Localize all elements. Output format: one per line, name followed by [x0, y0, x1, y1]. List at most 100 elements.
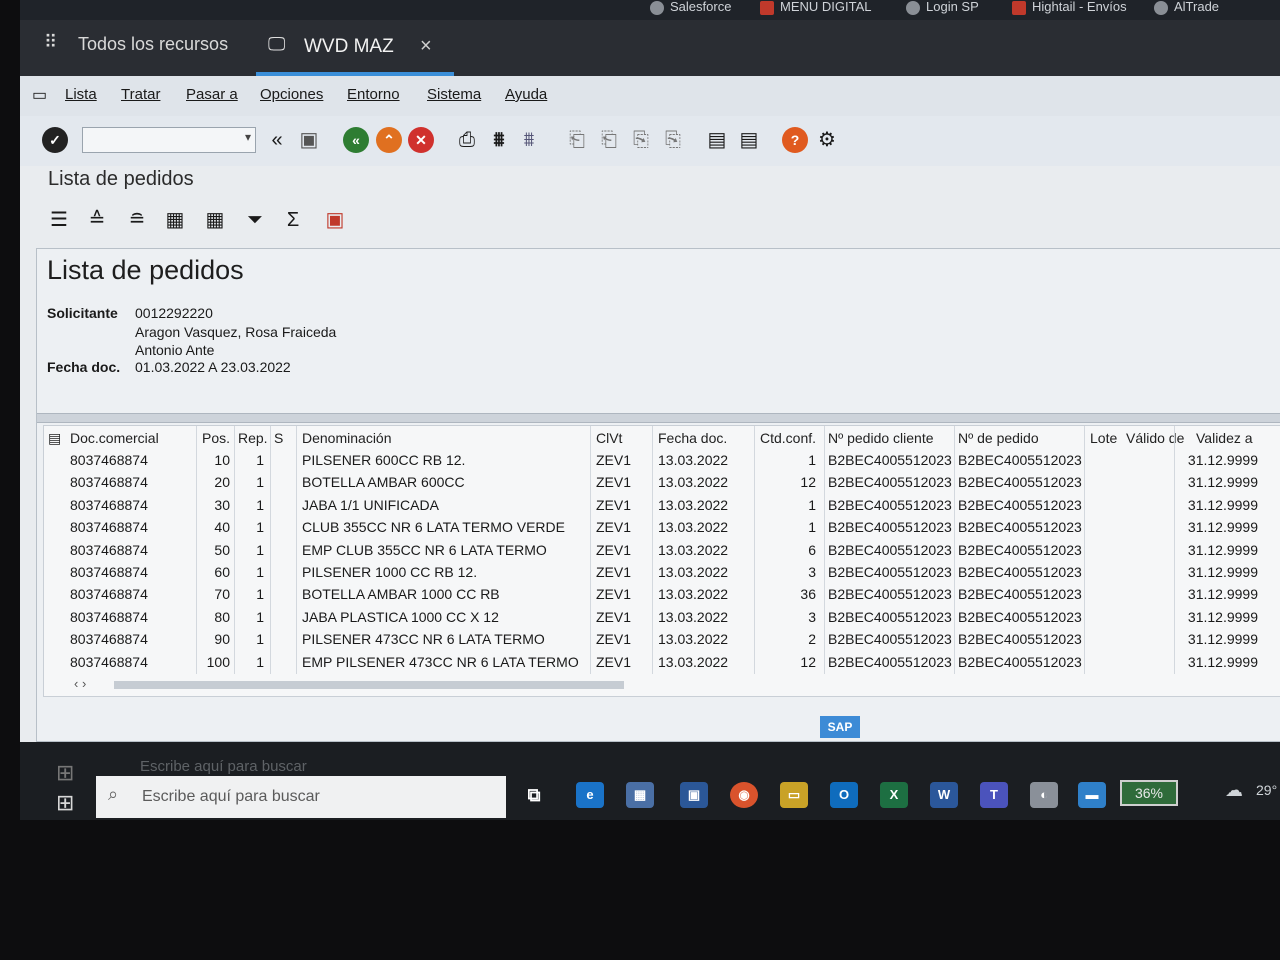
help-icon[interactable]: ? — [782, 127, 808, 153]
next-page-icon[interactable]: ⎘ — [628, 127, 654, 153]
menu-pasar-a[interactable]: Pasar a — [186, 86, 238, 103]
windows-start-icon[interactable]: ⊞ — [56, 790, 74, 816]
col-header-clvt[interactable]: ClVt — [596, 430, 622, 446]
cell-no-pedido: B2BEC4005512023 — [958, 541, 1082, 558]
cell-ctd-conf: 1 — [808, 452, 816, 468]
scroll-arrows-icon[interactable]: ‹ › — [74, 676, 86, 691]
remote-desktop-screen: Salesforce MENU DIGITAL Login SP Hightai… — [20, 0, 1280, 820]
menu-lista[interactable]: Lista — [65, 86, 97, 103]
col-header-no-pedido[interactable]: Nº de pedido — [958, 430, 1039, 446]
col-header-validez-a[interactable]: Validez a — [1196, 430, 1253, 446]
cancel-icon[interactable]: ✕ — [408, 127, 434, 153]
outlook-icon[interactable]: O — [830, 782, 858, 808]
word-icon[interactable]: W — [930, 782, 958, 808]
previous-page-icon[interactable]: ⎗ — [596, 127, 622, 153]
col-header-s[interactable]: S — [274, 430, 283, 446]
new-session-icon[interactable]: ▤ — [704, 127, 730, 153]
col-header-rep[interactable]: Rep. — [238, 430, 268, 446]
exit-icon[interactable]: ⌃ — [376, 127, 402, 153]
teams-icon[interactable]: T — [980, 782, 1008, 808]
menu-sistema[interactable]: Sistema — [427, 86, 481, 103]
app-icon[interactable]: ◐ — [1030, 782, 1058, 808]
cell-doc-comercial: 8037468874 — [70, 608, 148, 625]
solicitante-city: Antonio Ante — [135, 342, 215, 358]
cell-fecha-doc: 13.03.2022 — [658, 653, 729, 670]
first-page-icon[interactable]: ⎗ — [564, 127, 590, 153]
menu-entorno[interactable]: Entorno — [347, 86, 400, 103]
chrome-icon[interactable]: ◉ — [730, 782, 758, 808]
table-row[interactable]: 8037468874 70 1 BOTELLA AMBAR 1000 CC RB ZEV… — [44, 584, 1280, 606]
find-next-icon[interactable]: ⩩ — [516, 127, 542, 153]
col-header-lote[interactable]: Lote — [1090, 430, 1117, 446]
enter-checkmark-icon[interactable]: ✓ — [42, 127, 68, 153]
taskbar-search-box[interactable]: ⌕ Escribe aquí para buscar — [96, 776, 506, 818]
col-header-denominacion[interactable]: Denominación — [302, 430, 392, 446]
remote-desktop-icon[interactable]: ▬ — [1078, 782, 1106, 808]
table-row[interactable]: 8037468874 40 1 CLUB 355CC NR 6 LATA TERMO … — [44, 517, 1280, 539]
back-icon[interactable]: « — [343, 127, 369, 153]
sort-ascending-icon[interactable]: ≙ — [84, 206, 110, 234]
sort-descending-icon[interactable]: ≘ — [124, 206, 150, 234]
cell-clvt: ZEV1 — [596, 653, 632, 670]
filter-icon[interactable]: ⏷ — [242, 206, 268, 234]
bookmark-login-sp[interactable]: Login SP — [906, 0, 979, 20]
col-header-pedido-cliente[interactable]: Nº pedido cliente — [828, 430, 934, 446]
horizontal-scrollbar[interactable]: ‹ › — [44, 676, 1280, 694]
table-row[interactable]: 8037468874 30 1 JABA 1/1 UNIFICADA ZEV1 13.03… — [44, 495, 1280, 517]
tab-wvd-maz[interactable]: 🖵 WVD MAZ × — [256, 20, 454, 76]
bookmark-menu-digital[interactable]: MENU DIGITAL — [760, 0, 872, 20]
table-row[interactable]: 8037468874 80 1 JABA PLASTICA 1000 CC X 12 Z… — [44, 607, 1280, 629]
double-left-arrow-icon[interactable]: « — [264, 127, 290, 153]
bookmark-hightail[interactable]: Hightail - Envíos — [1012, 0, 1127, 20]
scroll-thumb[interactable] — [114, 681, 624, 689]
layout-icon[interactable]: ▦ — [162, 206, 188, 234]
excel-icon[interactable]: X — [880, 782, 908, 808]
save-icon[interactable]: ▣ — [296, 127, 322, 153]
menu-ayuda[interactable]: Ayuda — [505, 86, 547, 103]
cell-pos: 60 — [214, 564, 230, 580]
col-header-ctd-conf[interactable]: Ctd.conf. — [760, 430, 816, 446]
change-layout-icon[interactable]: ▦ — [202, 206, 228, 234]
store-icon[interactable]: ▦ — [626, 782, 654, 808]
print-icon[interactable]: ⎙ — [454, 127, 480, 153]
table-row[interactable]: 8037468874 50 1 EMP CLUB 355CC NR 6 LATA TE… — [44, 540, 1280, 562]
edge-icon[interactable]: e — [576, 782, 604, 808]
cell-denominacion: EMP PILSENER 473CC NR 6 LATA TERMO — [302, 653, 579, 670]
menu-tratar[interactable]: Tratar — [121, 86, 160, 103]
table-row[interactable]: 8037468874 90 1 PILSENER 473CC NR 6 LATA TE… — [44, 629, 1280, 651]
last-page-icon[interactable]: ⎘ — [660, 127, 686, 153]
sum-icon[interactable]: Σ — [280, 206, 306, 234]
file-explorer-icon[interactable]: ▭ — [780, 782, 808, 808]
windows-taskbar: ⊞ Escribe aquí para buscar ⊞ ⌕ Escribe a… — [20, 742, 1280, 820]
col-header-doc-comercial[interactable]: Doc.comercial — [70, 430, 159, 446]
settings-gear-icon[interactable]: ⚙ — [814, 127, 840, 153]
apps-grid-icon[interactable]: ⠿ — [44, 32, 62, 52]
window-menu-icon[interactable]: ▭ — [32, 85, 47, 105]
task-view-icon[interactable]: ⧉ — [520, 782, 548, 808]
col-header-pos[interactable]: Pos. — [202, 430, 230, 446]
windows-start-icon[interactable]: ⊞ — [56, 760, 74, 786]
all-resources-link[interactable]: Todos los recursos — [78, 34, 228, 55]
col-header-fecha-doc[interactable]: Fecha doc. — [658, 430, 727, 446]
find-icon[interactable]: ⩩ — [486, 127, 512, 153]
bookmark-altrade[interactable]: AlTrade — [1154, 0, 1219, 20]
table-row[interactable]: 8037468874 20 1 BOTELLA AMBAR 600CC ZEV1 13.0… — [44, 472, 1280, 494]
app-icon[interactable]: ▣ — [680, 782, 708, 808]
battery-indicator[interactable]: 36% — [1120, 780, 1178, 806]
shortcut-icon[interactable]: ▤ — [736, 127, 762, 153]
table-row[interactable]: 8037468874 100 1 EMP PILSENER 473CC NR 6 LA… — [44, 652, 1280, 674]
close-tab-button[interactable]: × — [420, 35, 432, 58]
details-icon[interactable]: ☰ — [46, 206, 72, 234]
bookmark-salesforce[interactable]: Salesforce — [650, 0, 731, 20]
menu-opciones[interactable]: Opciones — [260, 86, 323, 103]
table-row[interactable]: 8037468874 60 1 PILSENER 1000 CC RB 12. ZEV1… — [44, 562, 1280, 584]
weather-cloud-icon[interactable]: ☁ — [1225, 780, 1243, 801]
grid-menu-icon[interactable]: ▤ — [48, 430, 61, 447]
cell-validez-a: 31.12.9999 — [1187, 519, 1258, 536]
export-icon[interactable]: ▣ — [322, 206, 348, 234]
splitter[interactable] — [37, 413, 1280, 423]
command-field[interactable]: ▾ — [82, 127, 256, 153]
col-header-valido-de[interactable]: Válido de — [1126, 430, 1184, 446]
table-row[interactable]: 8037468874 10 1 PILSENER 600CC RB 12. ZEV1 13… — [44, 450, 1280, 472]
chevron-down-icon[interactable]: ▾ — [245, 130, 251, 144]
